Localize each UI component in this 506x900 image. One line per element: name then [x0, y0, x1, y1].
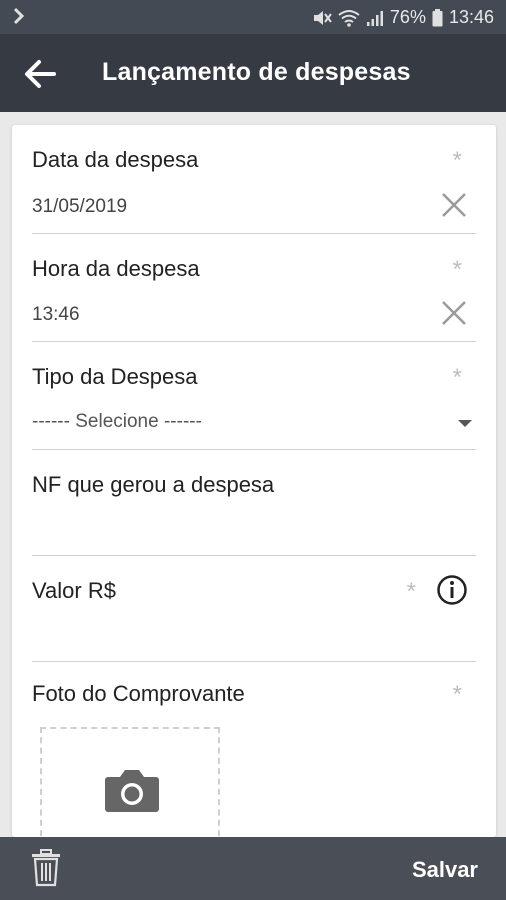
- required-marker: *: [452, 147, 462, 174]
- save-button[interactable]: Salvar: [412, 857, 478, 883]
- trash-icon[interactable]: [30, 849, 62, 887]
- arrow-left-icon[interactable]: [22, 56, 58, 92]
- required-marker: *: [452, 256, 462, 283]
- signal-icon: [366, 10, 383, 26]
- expense-date-field[interactable]: Data da despesa * 31/05/2019: [32, 125, 476, 234]
- dropdown-caret-icon[interactable]: [458, 420, 472, 427]
- expense-date-label: Data da despesa: [32, 147, 199, 172]
- amount-field[interactable]: Valor R$ *: [32, 556, 476, 662]
- required-marker: *: [452, 681, 462, 708]
- required-marker: *: [452, 364, 462, 391]
- info-icon[interactable]: [436, 574, 468, 606]
- expense-type-label: Tipo da Despesa: [32, 364, 198, 389]
- required-marker: *: [406, 578, 416, 605]
- expense-form: Data da despesa * 31/05/2019 Hora da des…: [12, 125, 496, 837]
- status-bar: 76% 13:46: [0, 0, 506, 34]
- mute-icon: [313, 10, 332, 25]
- receipt-photo-picker[interactable]: [40, 727, 220, 837]
- expense-time-value[interactable]: 13:46: [32, 304, 80, 326]
- invoice-field[interactable]: NF que gerou a despesa: [32, 450, 476, 556]
- amount-label: Valor R$: [32, 578, 116, 603]
- close-icon[interactable]: [440, 191, 468, 219]
- page-title: Lançamento de despesas: [102, 58, 411, 86]
- wifi-icon: [338, 9, 360, 27]
- battery-icon: [432, 8, 443, 26]
- close-icon[interactable]: [440, 299, 468, 327]
- chevron-right-icon: [13, 7, 25, 25]
- camera-icon[interactable]: [104, 767, 160, 813]
- battery-percent: 76%: [389, 7, 426, 27]
- expense-date-value[interactable]: 31/05/2019: [32, 196, 127, 218]
- status-icons: 76% 13:46: [312, 7, 494, 28]
- app-bar: Lançamento de despesas: [0, 34, 506, 112]
- receipt-photo-label: Foto do Comprovante: [32, 681, 245, 706]
- expense-type-field[interactable]: Tipo da Despesa * ------ Selecione -----…: [32, 342, 476, 450]
- expense-type-select[interactable]: ------ Selecione ------: [32, 411, 202, 433]
- clock: 13:46: [448, 7, 494, 27]
- expense-time-field[interactable]: Hora da despesa * 13:46: [32, 234, 476, 342]
- invoice-label: NF que gerou a despesa: [32, 472, 275, 497]
- bottom-action-bar: Salvar: [0, 837, 506, 900]
- expense-time-label: Hora da despesa: [32, 256, 200, 281]
